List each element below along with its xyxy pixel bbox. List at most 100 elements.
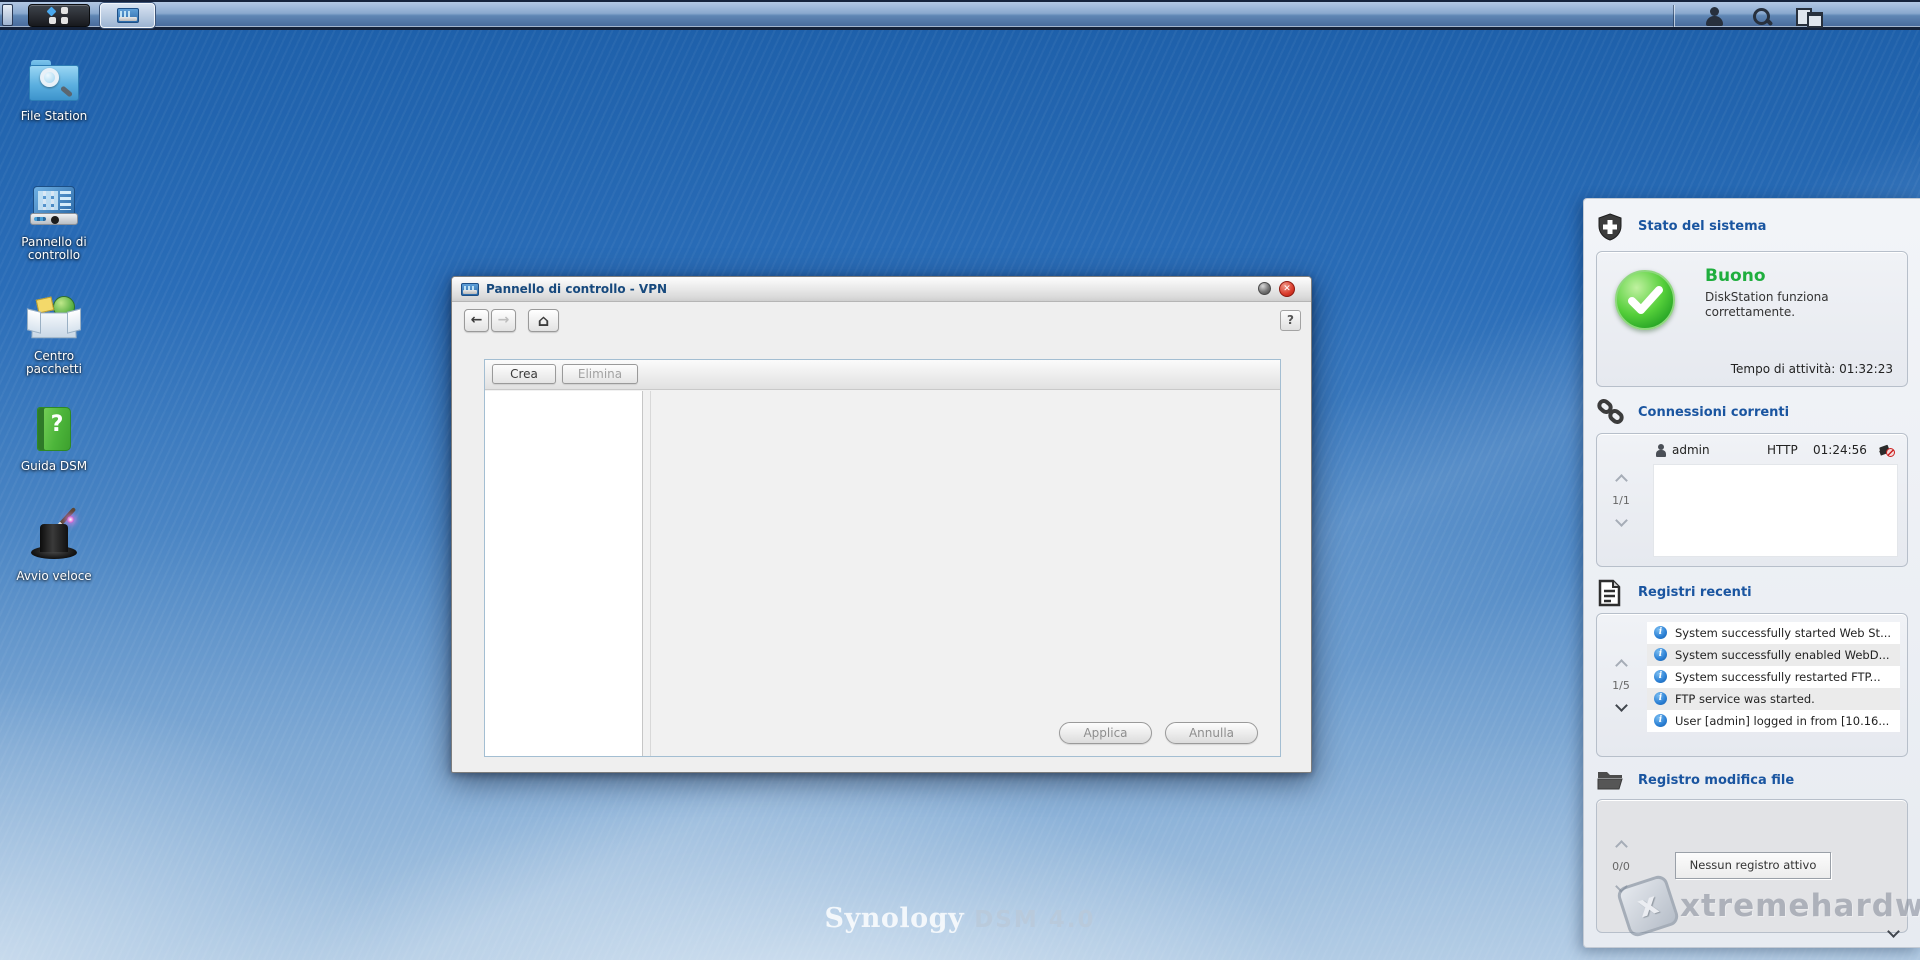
page-indicator: 0/0 <box>1612 859 1630 873</box>
help-button[interactable]: ? <box>1280 310 1301 331</box>
recent-logs-header: Registri recenti <box>1596 577 1906 607</box>
search-icon[interactable] <box>1748 6 1774 28</box>
page-up-icon[interactable] <box>1614 658 1628 672</box>
widget-title: Registro modifica file <box>1638 772 1795 788</box>
back-button[interactable]: ← <box>464 309 489 332</box>
widget-title: Registri recenti <box>1638 584 1752 600</box>
brand-text: Synology <box>824 903 965 934</box>
create-button[interactable]: Crea <box>492 364 556 384</box>
widget-panel: Stato del sistema Buono DiskStation funz… <box>1583 198 1920 948</box>
cancel-button[interactable]: Annulla <box>1165 722 1258 744</box>
widget-title: Connessioni correnti <box>1638 404 1790 420</box>
site-watermark: x xtremehardware.com <box>1615 873 1920 939</box>
file-station-icon <box>27 54 81 106</box>
magician-hat-icon <box>27 507 81 566</box>
version-text: DSM 4.0 <box>974 907 1096 933</box>
apply-button[interactable]: Applica <box>1059 722 1152 744</box>
user-menu-icon[interactable] <box>1702 6 1728 28</box>
page-down-icon[interactable] <box>1614 513 1628 527</box>
disconnect-icon[interactable] <box>1879 443 1895 457</box>
log-row: i FTP service was started. <box>1647 688 1900 710</box>
pilot-view-icon[interactable] <box>1794 6 1823 28</box>
desktop-icon-label: Pannello di controllo <box>21 235 87 262</box>
info-icon: i <box>1654 692 1667 705</box>
log-text: User [admin] logged in from [10.16... <box>1675 714 1890 728</box>
system-status-box: Buono DiskStation funziona correttamente… <box>1596 251 1908 387</box>
uptime-text: Tempo di attività: 01:32:23 <box>1730 362 1893 376</box>
main-menu-button[interactable] <box>28 4 90 27</box>
page-up-icon[interactable] <box>1614 473 1628 487</box>
connection-protocol: HTTP <box>1767 443 1798 457</box>
status-description: DiskStation funziona correttamente. <box>1705 290 1829 319</box>
desktop-icon-label: Centro pacchetti <box>26 349 82 376</box>
connections-box: 1/1 admin HTTP 01:24:56 <box>1596 433 1908 567</box>
forward-button[interactable]: → <box>491 309 516 332</box>
log-text: FTP service was started. <box>1675 692 1815 706</box>
connections-pager: 1/1 <box>1597 434 1645 566</box>
page-indicator: 1/1 <box>1612 493 1630 507</box>
desktop-icon-label: Avvio veloce <box>16 569 92 583</box>
desktop-icon-dsm-help[interactable]: ? Guida DSM <box>6 404 102 473</box>
vpn-content-box: Crea Elimina Applica Annulla <box>484 359 1281 757</box>
recent-logs-box: 1/5 i System successfully started Web St.… <box>1596 613 1908 757</box>
log-row: i User [admin] logged in from [10.16... <box>1647 710 1900 732</box>
folder-icon <box>1596 767 1626 793</box>
connection-user: admin <box>1672 443 1710 457</box>
dsm-wallpaper-logo: Synology DSM 4.0 <box>825 903 1096 934</box>
main-menu-icon <box>46 6 72 24</box>
log-row: i System successfully enabled WebD... <box>1647 644 1900 666</box>
log-row: i System successfully started Web St... <box>1647 622 1900 644</box>
package-center-icon <box>27 294 81 346</box>
window-title: Pannello di controllo - VPN <box>486 282 668 296</box>
log-document-icon <box>1596 579 1626 607</box>
log-text: System successfully enabled WebD... <box>1675 648 1890 662</box>
info-icon: i <box>1654 648 1667 661</box>
shield-icon <box>1596 213 1626 241</box>
desktop-icon-file-station[interactable]: File Station <box>6 54 102 123</box>
vpn-list-toolbar: Crea Elimina <box>485 360 1280 390</box>
vpn-detail-pane <box>650 391 1280 756</box>
chain-link-icon <box>1596 399 1626 425</box>
taskbar-separator <box>1674 5 1675 27</box>
info-icon: i <box>1654 670 1667 683</box>
log-list: i System successfully started Web St... i… <box>1647 622 1900 732</box>
control-panel-icon <box>116 8 139 23</box>
no-active-log-label: Nessun registro attivo <box>1675 852 1831 879</box>
taskbar <box>0 0 1920 30</box>
connections-list-area <box>1653 464 1898 557</box>
home-button[interactable]: ⌂ <box>528 309 559 332</box>
window-titlebar[interactable]: Pannello di controllo - VPN ✕ <box>452 277 1311 302</box>
window-title-icon <box>461 282 479 296</box>
control-panel-icon <box>27 180 81 232</box>
page-indicator: 1/5 <box>1612 678 1630 692</box>
page-down-icon[interactable] <box>1614 698 1628 712</box>
minimize-button[interactable] <box>1258 282 1271 295</box>
watermark-x-logo: x <box>1615 873 1681 939</box>
help-book-icon: ? <box>27 404 81 456</box>
watermark-text: xtremehardware.com <box>1680 888 1920 924</box>
desktop-icon-control-panel[interactable]: Pannello di controllo <box>6 180 102 262</box>
user-icon <box>1655 444 1667 457</box>
delete-button[interactable]: Elimina <box>562 364 638 384</box>
page-up-icon[interactable] <box>1614 839 1628 853</box>
log-text: System successfully restarted FTP... <box>1675 670 1881 684</box>
status-ok-icon <box>1615 270 1675 330</box>
system-status-header: Stato del sistema <box>1596 211 1906 241</box>
status-value: Buono <box>1705 266 1766 286</box>
info-icon: i <box>1654 714 1667 727</box>
info-icon: i <box>1654 626 1667 639</box>
control-panel-vpn-window: Pannello di controllo - VPN ✕ ← → ⌂ ? Cr… <box>451 276 1312 773</box>
desktop-icon-label: Guida DSM <box>20 459 88 473</box>
taskbar-item-control-panel[interactable] <box>100 3 155 28</box>
connection-time: 01:24:56 <box>1813 443 1867 457</box>
show-desktop-button[interactable] <box>2 4 13 26</box>
log-row: i System successfully restarted FTP... <box>1647 666 1900 688</box>
widget-title: Stato del sistema <box>1638 218 1767 234</box>
logs-pager: 1/5 <box>1597 614 1645 756</box>
vpn-profile-list[interactable] <box>485 391 643 756</box>
close-button[interactable]: ✕ <box>1279 281 1295 297</box>
desktop-icon-label: File Station <box>20 109 88 123</box>
window-toolbar: ← → ⌂ ? <box>452 302 1311 339</box>
desktop-icon-package-center[interactable]: Centro pacchetti <box>6 294 102 376</box>
desktop-icon-quick-start[interactable]: Avvio veloce <box>6 507 102 583</box>
